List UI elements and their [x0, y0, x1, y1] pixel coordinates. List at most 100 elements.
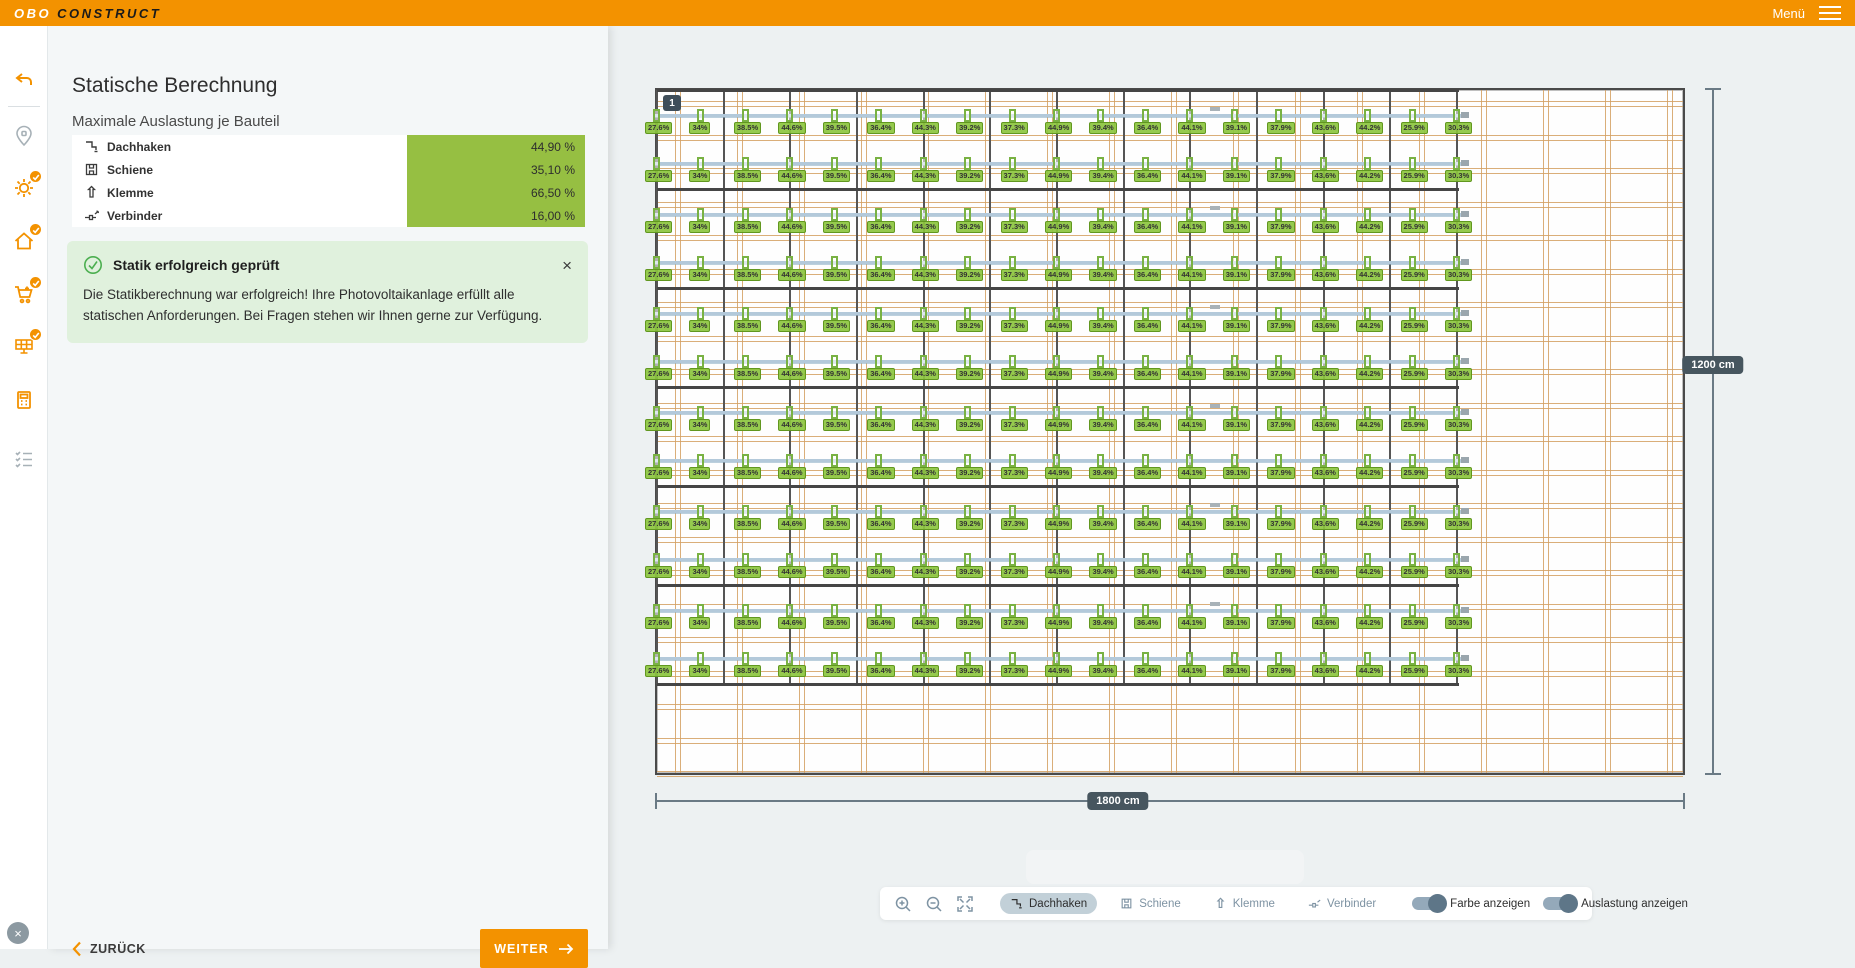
toggle-track[interactable]	[1543, 897, 1575, 910]
rafter-line	[1486, 90, 1487, 773]
toggle-farbe-anzeigen[interactable]: Farbe anzeigen	[1412, 897, 1530, 910]
utilization-badge: 44.2%	[1356, 419, 1383, 431]
toolbar-button-verbinder[interactable]: Verbinder	[1298, 893, 1386, 914]
solar-panel-icon[interactable]	[12, 334, 36, 358]
rafter-line	[1176, 90, 1177, 773]
utilization-badge: 39.4%	[1089, 518, 1116, 530]
utilization-badge: 39.1%	[1223, 122, 1250, 134]
utilization-badge: 44.1%	[1178, 566, 1205, 578]
roof-hook	[1364, 406, 1371, 419]
roof-hook	[1320, 157, 1327, 170]
calculator-icon[interactable]	[12, 388, 36, 412]
batten-line	[657, 470, 1683, 471]
utilization-badge: 25.9%	[1401, 122, 1428, 134]
shopping-cart-icon[interactable]	[12, 282, 36, 306]
alert-close-icon[interactable]: ×	[562, 257, 572, 274]
toggle-track[interactable]	[1412, 897, 1444, 910]
panel-row-border	[657, 683, 1459, 686]
roof-hook	[1142, 604, 1149, 617]
utilization-badge: 43.6%	[1312, 419, 1339, 431]
roof-hook	[1142, 109, 1149, 122]
zoom-in-icon[interactable]	[894, 895, 912, 913]
utilization-badge: 44.3%	[912, 269, 939, 281]
utilization-badge: 25.9%	[1401, 269, 1428, 281]
roof-hook	[1320, 109, 1327, 122]
roof-hook	[964, 406, 971, 419]
roof-hook	[831, 652, 838, 665]
zoom-out-icon[interactable]	[925, 895, 943, 913]
panel-row-border	[657, 584, 1459, 587]
batten-line	[657, 642, 1683, 643]
roof-hook	[1142, 652, 1149, 665]
utilization-badge: 44.6%	[778, 368, 805, 380]
utilization-badge: 44.6%	[778, 170, 805, 182]
utilization-badge: 27.6%	[645, 566, 672, 578]
utilization-badge: 36.4%	[867, 419, 894, 431]
menu-label[interactable]: Menü	[1772, 6, 1805, 21]
roof-hook	[875, 256, 882, 269]
utilization-badge: 39.5%	[823, 419, 850, 431]
roof-hook	[742, 553, 749, 566]
house-icon[interactable]	[12, 229, 36, 253]
roof-hook	[653, 208, 660, 221]
batten-line	[657, 269, 1683, 270]
checklist-icon[interactable]	[12, 446, 36, 470]
roof-plan[interactable]: 1 27.6%34%38.5%44.6%39.5%36.4%44.3%39.2%…	[655, 88, 1685, 775]
roof-hook	[1409, 208, 1416, 221]
roof-hook	[742, 604, 749, 617]
connector-icon	[84, 208, 99, 223]
utilization-badge: 44.9%	[1045, 518, 1072, 530]
roof-hook	[1053, 553, 1060, 566]
toolbar-button-klemme[interactable]: Klemme	[1204, 893, 1285, 914]
roof-hook	[1231, 208, 1238, 221]
toolbar-button-schiene[interactable]: Schiene	[1110, 893, 1191, 914]
utilization-badge: 39.2%	[956, 269, 983, 281]
utilization-badge: 39.5%	[823, 122, 850, 134]
utilization-subtitle: Maximale Auslastung je Bauteil	[72, 113, 280, 130]
toggle-auslastung-anzeigen[interactable]: Auslastung anzeigen	[1543, 897, 1688, 910]
roof-hook	[1275, 553, 1282, 566]
toolbar-button-dachhaken[interactable]: Dachhaken	[1000, 893, 1097, 914]
module-settings-icon[interactable]	[12, 176, 36, 200]
alert-title: Statik erfolgreich geprüft	[113, 257, 552, 273]
utilization-badge: 38.5%	[734, 566, 761, 578]
utilization-badge: 39.1%	[1223, 368, 1250, 380]
panel-row-border	[657, 386, 1459, 389]
batten-line	[657, 503, 1683, 504]
roof-hook	[875, 208, 882, 221]
utilization-badge: 34%	[689, 566, 710, 578]
close-assistant-button[interactable]: ×	[7, 922, 29, 944]
roof-hook	[697, 406, 704, 419]
utilization-badge: 44.2%	[1356, 221, 1383, 233]
roof-hook	[1364, 553, 1371, 566]
fit-view-icon[interactable]	[956, 895, 974, 913]
utilization-badge: 39.2%	[956, 419, 983, 431]
roof-hook	[653, 406, 660, 419]
utilization-badge: 44.1%	[1178, 467, 1205, 479]
location-pin-icon[interactable]	[12, 124, 36, 148]
panel-row-border	[657, 287, 1459, 290]
rafter-line	[1300, 90, 1301, 773]
batten-line	[657, 408, 1683, 409]
roof-hook	[1009, 406, 1016, 419]
logo-construct: CONSTRUCT	[57, 6, 161, 21]
step-complete-badge	[29, 223, 42, 236]
utilization-badge: 25.9%	[1401, 170, 1428, 182]
batten-line	[657, 570, 1683, 571]
roof-hook	[697, 157, 704, 170]
hamburger-menu-icon[interactable]	[1819, 6, 1841, 20]
roof-hook	[1231, 355, 1238, 368]
roof-hook-icon	[1010, 897, 1023, 910]
utilization-badge: 44.3%	[912, 566, 939, 578]
back-button[interactable]: ZURÜCK	[72, 941, 146, 957]
roof-hook	[920, 208, 927, 221]
roof-hook	[875, 604, 882, 617]
roof-hook	[1009, 157, 1016, 170]
toggle-knob[interactable]	[1559, 894, 1578, 913]
check-circle-icon	[83, 255, 103, 275]
rafter-line	[1171, 90, 1172, 773]
back-arrow-icon[interactable]	[12, 68, 36, 92]
roof-hook	[1453, 652, 1460, 665]
roof-hook	[1186, 604, 1193, 617]
toggle-knob[interactable]	[1428, 894, 1447, 913]
